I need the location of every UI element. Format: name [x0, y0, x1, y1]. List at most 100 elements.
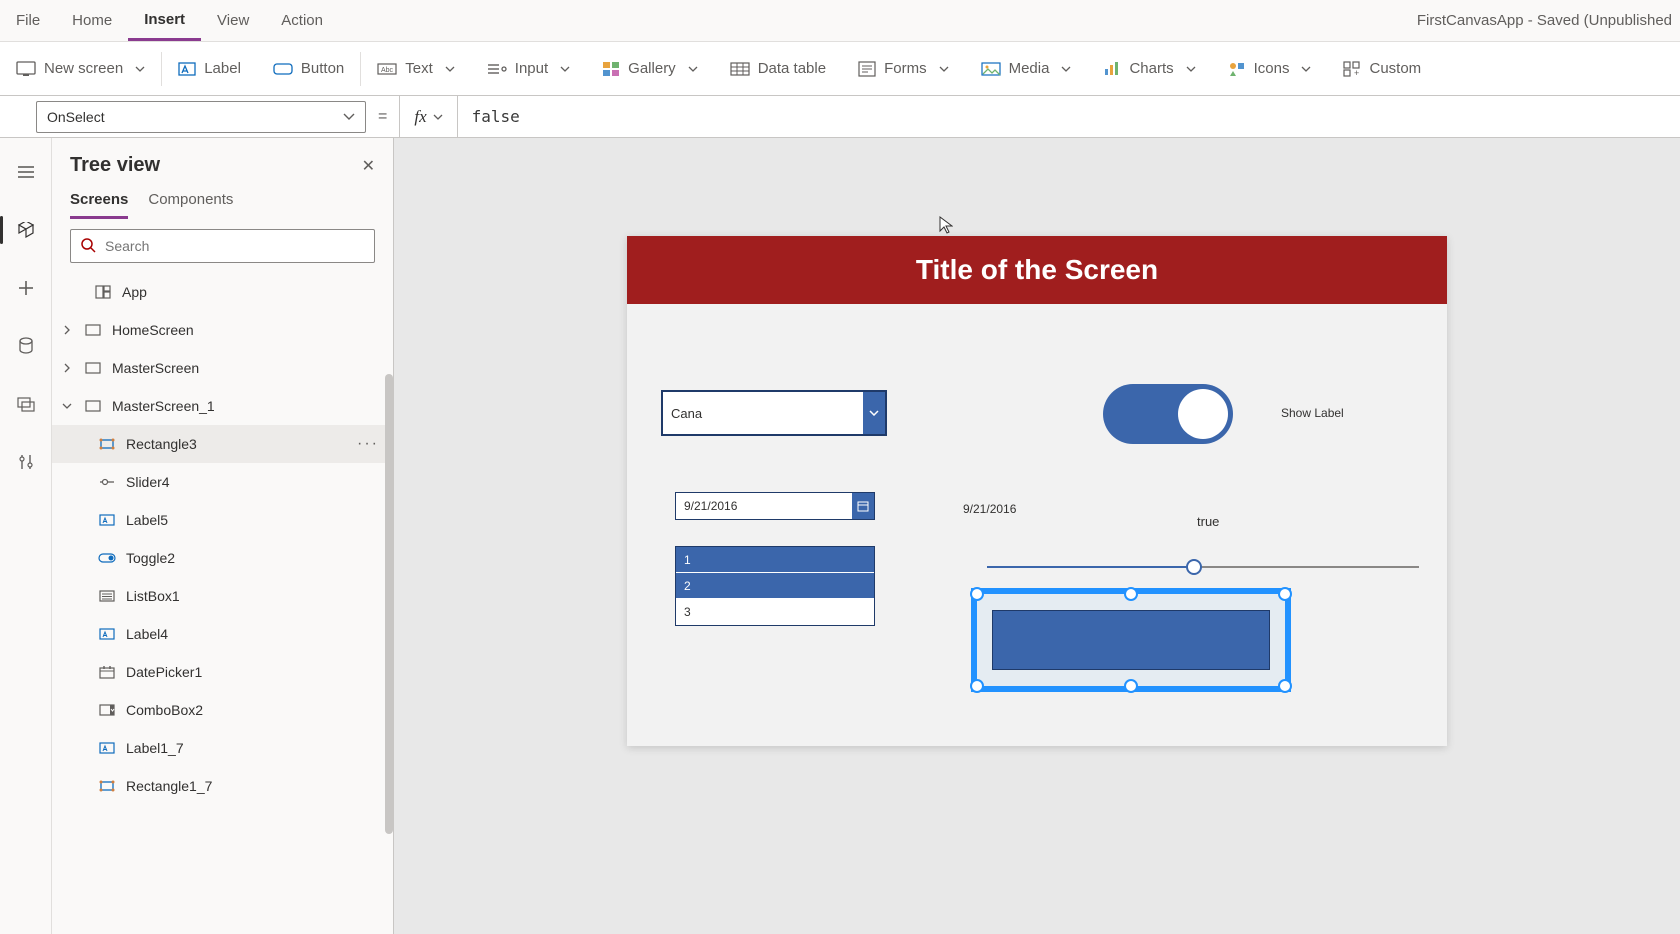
menu-insert[interactable]: Insert: [128, 0, 201, 41]
resize-handle[interactable]: [970, 587, 984, 601]
datepicker-calendar-button[interactable]: [852, 493, 874, 519]
resize-handle[interactable]: [1278, 679, 1292, 693]
insert-input-label: Input: [515, 60, 548, 77]
tree-node-listbox1[interactable]: ListBox1: [52, 577, 393, 615]
listbox-icon: [98, 587, 116, 605]
property-selector[interactable]: OnSelect: [36, 101, 366, 133]
tree-node-homescreen[interactable]: HomeScreen: [52, 311, 393, 349]
screen-title-bar[interactable]: Title of the Screen: [627, 236, 1447, 304]
insert-datatable-button[interactable]: Data table: [714, 42, 842, 95]
canvas-toggle-label: Show Label: [1281, 406, 1344, 420]
label-icon: [178, 61, 196, 77]
resize-handle[interactable]: [1124, 587, 1138, 601]
tab-components[interactable]: Components: [148, 191, 233, 219]
rectangle-control[interactable]: [992, 610, 1270, 670]
label-icon: [98, 739, 116, 757]
tree-node-label: Label5: [126, 512, 393, 528]
list-item[interactable]: 2: [676, 573, 874, 599]
data-rail-button[interactable]: [8, 328, 44, 364]
tree-node-label4[interactable]: Label4: [52, 615, 393, 653]
insert-forms-button[interactable]: Forms: [842, 42, 965, 95]
media-rail-button[interactable]: [8, 386, 44, 422]
tree-node-app[interactable]: App: [52, 273, 393, 311]
close-tree-button[interactable]: ✕: [362, 156, 375, 176]
equals-sign: =: [378, 108, 387, 126]
tree-node-toggle2[interactable]: Toggle2: [52, 539, 393, 577]
menu-file[interactable]: File: [0, 0, 56, 41]
canvas-combobox[interactable]: Cana: [661, 390, 887, 436]
rect-icon: [98, 435, 116, 453]
resize-handle[interactable]: [1124, 679, 1138, 693]
canvas-screen[interactable]: Title of the Screen Cana Show Label 9/21…: [627, 236, 1447, 746]
tree-node-label5[interactable]: Label5: [52, 501, 393, 539]
canvas-date-label: 9/21/2016: [963, 502, 1016, 516]
tab-screens[interactable]: Screens: [70, 191, 128, 219]
resize-handle[interactable]: [1278, 587, 1292, 601]
combobox-dropdown-button[interactable]: [863, 392, 885, 434]
formula-input[interactable]: [458, 96, 1680, 137]
list-item[interactable]: 3: [676, 599, 874, 625]
canvas-toggle[interactable]: [1103, 384, 1233, 444]
tree-node-label: MasterScreen: [112, 360, 393, 376]
tree-node-datepicker1[interactable]: DatePicker1: [52, 653, 393, 691]
resize-handle[interactable]: [970, 679, 984, 693]
screen-icon: [84, 397, 102, 415]
canvas-area[interactable]: Title of the Screen Cana Show Label 9/21…: [394, 138, 1680, 934]
tree-node-combobox2[interactable]: ComboBox2: [52, 691, 393, 729]
tree-node-label: Slider4: [126, 474, 393, 490]
app-title: FirstCanvasApp - Saved (Unpublished: [1417, 12, 1680, 29]
tree-node-rectangle3[interactable]: Rectangle3 ···: [52, 425, 393, 463]
tools-rail-button[interactable]: [8, 444, 44, 480]
tree-scrollbar[interactable]: [385, 374, 393, 834]
tree-node-rectangle1-7[interactable]: Rectangle1_7: [52, 767, 393, 805]
insert-rail-button[interactable]: [8, 270, 44, 306]
new-screen-button[interactable]: New screen: [0, 42, 161, 95]
insert-ribbon: New screen Label Button Abc Text Input G…: [0, 42, 1680, 96]
fx-icon: fx: [414, 107, 426, 127]
canvas-true-label: true: [1197, 514, 1219, 529]
hamburger-button[interactable]: [8, 154, 44, 190]
tree-node-slider4[interactable]: Slider4: [52, 463, 393, 501]
canvas-listbox[interactable]: 1 2 3: [675, 546, 875, 626]
more-options-button[interactable]: ···: [357, 435, 379, 453]
tree-node-label1-7[interactable]: Label1_7: [52, 729, 393, 767]
slider-thumb[interactable]: [1186, 559, 1202, 575]
menu-view[interactable]: View: [201, 0, 265, 41]
list-item[interactable]: 1: [676, 547, 874, 573]
insert-label-button[interactable]: Label: [162, 42, 257, 95]
canvas-datepicker[interactable]: 9/21/2016: [675, 492, 875, 520]
combobox-value: Cana: [663, 406, 863, 421]
insert-charts-label: Charts: [1129, 60, 1173, 77]
insert-charts-button[interactable]: Charts: [1087, 42, 1211, 95]
tree-search-input[interactable]: [70, 229, 375, 263]
svg-text:+: +: [1354, 68, 1359, 77]
menu-home[interactable]: Home: [56, 0, 128, 41]
screen-icon: [84, 321, 102, 339]
tree-node-masterscreen[interactable]: MasterScreen: [52, 349, 393, 387]
insert-icons-button[interactable]: Icons: [1212, 42, 1328, 95]
search-icon: [80, 237, 96, 253]
tree-view-rail-button[interactable]: [8, 212, 44, 248]
label-icon: [98, 625, 116, 643]
property-name: OnSelect: [47, 109, 105, 125]
insert-button-button[interactable]: Button: [257, 42, 360, 95]
tree-node-label: Toggle2: [126, 550, 393, 566]
main-area: Tree view ✕ Screens Components App HomeS…: [0, 138, 1680, 934]
tree-node-masterscreen1[interactable]: MasterScreen_1: [52, 387, 393, 425]
rect-icon: [98, 777, 116, 795]
insert-media-button[interactable]: Media: [965, 42, 1088, 95]
chevron-down-icon: [1061, 66, 1071, 72]
tree-node-label: Rectangle1_7: [126, 778, 393, 794]
insert-text-button[interactable]: Abc Text: [361, 42, 471, 95]
insert-custom-button[interactable]: + Custom: [1327, 42, 1437, 95]
tree-node-label: ComboBox2: [126, 702, 393, 718]
insert-gallery-button[interactable]: Gallery: [586, 42, 714, 95]
slider-icon: [98, 473, 116, 491]
insert-input-button[interactable]: Input: [471, 42, 586, 95]
canvas-selected-rectangle[interactable]: [971, 588, 1291, 692]
menu-action[interactable]: Action: [265, 0, 339, 41]
fx-button[interactable]: fx: [399, 96, 457, 137]
canvas-slider[interactable]: [987, 566, 1419, 568]
slider-fill: [987, 566, 1194, 568]
insert-datatable-label: Data table: [758, 60, 826, 77]
